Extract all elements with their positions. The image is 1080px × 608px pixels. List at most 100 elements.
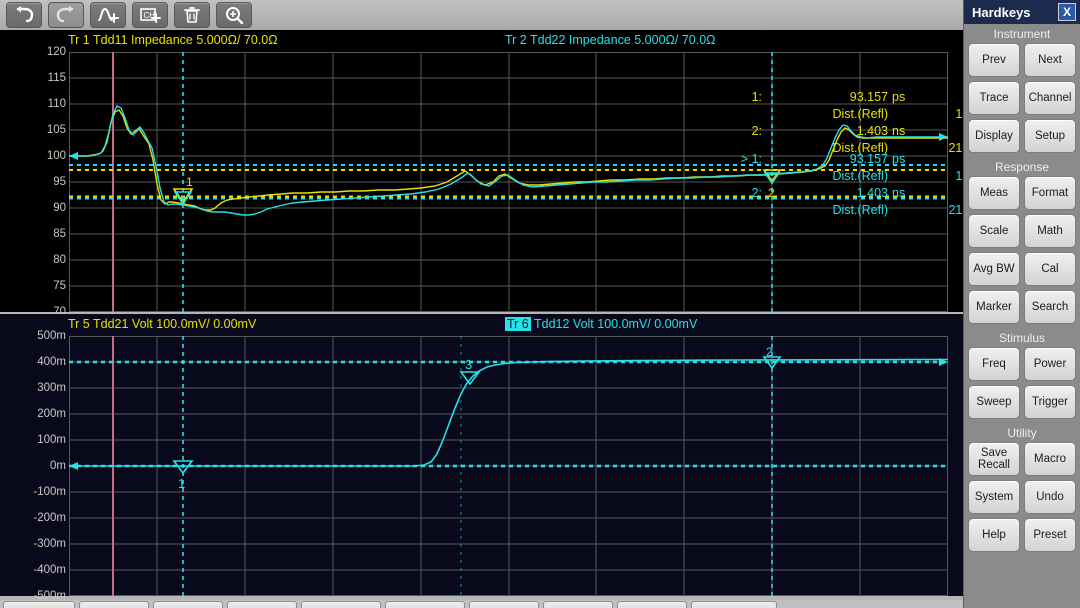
y-tick-label: -100m bbox=[33, 487, 66, 499]
hardkey-power[interactable]: Power bbox=[1024, 347, 1076, 381]
hardkey-search[interactable]: Search bbox=[1024, 290, 1076, 324]
hardkey-macro[interactable]: Macro bbox=[1024, 442, 1076, 476]
y-tick-label: 500m bbox=[37, 331, 66, 343]
hardkey-help[interactable]: Help bbox=[968, 518, 1020, 552]
marker-index: > 1: bbox=[716, 152, 762, 166]
status-bar-button[interactable] bbox=[469, 601, 539, 608]
marker-x-unit: ps bbox=[892, 152, 905, 166]
hardkey-math[interactable]: Math bbox=[1024, 214, 1076, 248]
marker-x-value: 1.403 bbox=[770, 124, 888, 138]
marker-x-value: Dist.(Refl) bbox=[770, 169, 888, 183]
marker-x-value: Dist.(Refl) bbox=[770, 203, 888, 217]
hardkey-system[interactable]: System bbox=[968, 480, 1020, 514]
status-bar-button[interactable] bbox=[79, 601, 149, 608]
status-bar-button[interactable] bbox=[227, 601, 297, 608]
marker-x-value: 1.403 bbox=[770, 186, 888, 200]
add-channel-icon[interactable]: CH bbox=[132, 2, 168, 28]
hardkey-preset[interactable]: Preset bbox=[1024, 518, 1076, 552]
y-tick-label: 110 bbox=[48, 99, 66, 111]
hardkey-setup[interactable]: Setup bbox=[1024, 119, 1076, 153]
y-tick-label: 300m bbox=[37, 383, 66, 395]
marker-x-value: Dist.(Refl) bbox=[770, 107, 888, 121]
add-marker-icon[interactable] bbox=[90, 2, 126, 28]
chart-top[interactable]: Tr 1 Tdd11 Impedance 5.000Ω/ 70.0Ω Tr 2 … bbox=[0, 30, 963, 312]
hardkey-display[interactable]: Display bbox=[968, 119, 1020, 153]
trace-label-tr6-rest: Tdd12 Volt 100.0mV/ 0.00mV bbox=[531, 317, 698, 331]
delete-icon[interactable] bbox=[174, 2, 210, 28]
hardkeys-group-label: Utility bbox=[964, 423, 1080, 442]
hardkey-marker[interactable]: Marker bbox=[968, 290, 1020, 324]
hardkey-avg-bw[interactable]: Avg BW bbox=[968, 252, 1020, 286]
chart-bottom[interactable]: Tr 5 Tdd21 Volt 100.0mV/ 0.00mV Tr 6 Tdd… bbox=[0, 314, 963, 596]
y-tick-label: 200m bbox=[37, 409, 66, 421]
hardkeys-row: SaveRecallMacro bbox=[964, 442, 1080, 480]
y-tick-label: 85 bbox=[53, 229, 66, 241]
hardkey-trace[interactable]: Trace bbox=[968, 81, 1020, 115]
zoom-icon[interactable] bbox=[216, 2, 252, 28]
trace-label-tr5[interactable]: Tr 5 Tdd21 Volt 100.0mV/ 0.00mV bbox=[68, 317, 256, 331]
hardkey-next[interactable]: Next bbox=[1024, 43, 1076, 77]
trace-label-tr1[interactable]: Tr 1 Tdd11 Impedance 5.000Ω/ 70.0Ω bbox=[68, 33, 278, 47]
hardkey-undo[interactable]: Undo bbox=[1024, 480, 1076, 514]
hardkeys-row: DisplaySetup bbox=[964, 119, 1080, 157]
hardkeys-body: InstrumentPrevNextTraceChannelDisplaySet… bbox=[964, 24, 1080, 556]
hardkey-prev[interactable]: Prev bbox=[968, 43, 1020, 77]
trace-label-tr2[interactable]: Tr 2 Tdd22 Impedance 5.000Ω/ 70.0Ω bbox=[505, 33, 716, 47]
status-bar-button[interactable] bbox=[543, 601, 613, 608]
status-bar-button[interactable] bbox=[691, 601, 777, 608]
y-tick-label: -400m bbox=[33, 565, 66, 577]
marker-x-value: 93.157 bbox=[770, 90, 888, 104]
hardkey-channel[interactable]: Channel bbox=[1024, 81, 1076, 115]
svg-text:1: 1 bbox=[186, 175, 193, 189]
hardkeys-group-label: Response bbox=[964, 157, 1080, 176]
hardkeys-row: HelpPreset bbox=[964, 518, 1080, 556]
y-tick-label: 80 bbox=[53, 255, 66, 267]
y-tick-label: 95 bbox=[53, 177, 66, 189]
y-tick-label: 105 bbox=[47, 125, 66, 137]
marker-x-unit: ps bbox=[892, 90, 905, 104]
marker-x-unit: ns bbox=[892, 186, 905, 200]
grid-bottom: 1 2 3 bbox=[69, 336, 948, 596]
hardkey-freq[interactable]: Freq bbox=[968, 347, 1020, 381]
trace-header-bottom: Tr 5 Tdd21 Volt 100.0mV/ 0.00mV Tr 6 Tdd… bbox=[0, 317, 963, 333]
trace-label-tr6[interactable]: Tr 6 Tdd12 Volt 100.0mV/ 0.00mV bbox=[505, 317, 697, 331]
hardkeys-row: PrevNext bbox=[964, 43, 1080, 81]
redo-icon[interactable] bbox=[48, 2, 84, 28]
hardkeys-group-label: Stimulus bbox=[964, 328, 1080, 347]
hardkeys-row: MeasFormat bbox=[964, 176, 1080, 214]
hardkey-cal[interactable]: Cal bbox=[1024, 252, 1076, 286]
hardkeys-row: MarkerSearch bbox=[964, 290, 1080, 328]
y-tick-label: 120 bbox=[47, 47, 66, 59]
y-tick-label: 115 bbox=[48, 73, 66, 85]
hardkey-sweep[interactable]: Sweep bbox=[968, 385, 1020, 419]
hardkeys-group-label: Instrument bbox=[964, 24, 1080, 43]
y-tick-label: 75 bbox=[53, 281, 66, 293]
status-bar-button[interactable] bbox=[301, 601, 381, 608]
hardkeys-row: FreqPower bbox=[964, 347, 1080, 385]
hardkeys-row: Avg BWCal bbox=[964, 252, 1080, 290]
svg-text:3: 3 bbox=[465, 357, 472, 372]
trace-label-tr6-id: Tr 6 bbox=[505, 317, 531, 331]
marker-index: 2: bbox=[716, 124, 762, 138]
hardkeys-row: TraceChannel bbox=[964, 81, 1080, 119]
y-tick-label: 100m bbox=[37, 435, 66, 447]
hardkey-save-recall[interactable]: SaveRecall bbox=[968, 442, 1020, 476]
svg-text:1: 1 bbox=[178, 476, 185, 491]
status-bar-button[interactable] bbox=[3, 601, 75, 608]
y-tick-label: 90 bbox=[53, 203, 66, 215]
status-bar-button[interactable] bbox=[385, 601, 465, 608]
hardkey-format[interactable]: Format bbox=[1024, 176, 1076, 210]
y-axis-bottom: 500m400m300m200m100m0m-100m-200m-300m-40… bbox=[14, 336, 66, 596]
hardkey-meas[interactable]: Meas bbox=[968, 176, 1020, 210]
status-bar-button[interactable] bbox=[153, 601, 223, 608]
status-bar-button[interactable] bbox=[617, 601, 687, 608]
y-tick-label: 0m bbox=[50, 461, 66, 473]
marker-index: 1: bbox=[716, 90, 762, 104]
hardkey-trigger[interactable]: Trigger bbox=[1024, 385, 1076, 419]
hardkey-scale[interactable]: Scale bbox=[968, 214, 1020, 248]
y-tick-label: -200m bbox=[33, 513, 66, 525]
undo-icon[interactable] bbox=[6, 2, 42, 28]
y-axis-top: 120115110105100959085807570 bbox=[14, 52, 66, 312]
close-icon[interactable]: X bbox=[1058, 3, 1076, 21]
hardkeys-panel: Hardkeys X InstrumentPrevNextTraceChanne… bbox=[963, 0, 1080, 608]
